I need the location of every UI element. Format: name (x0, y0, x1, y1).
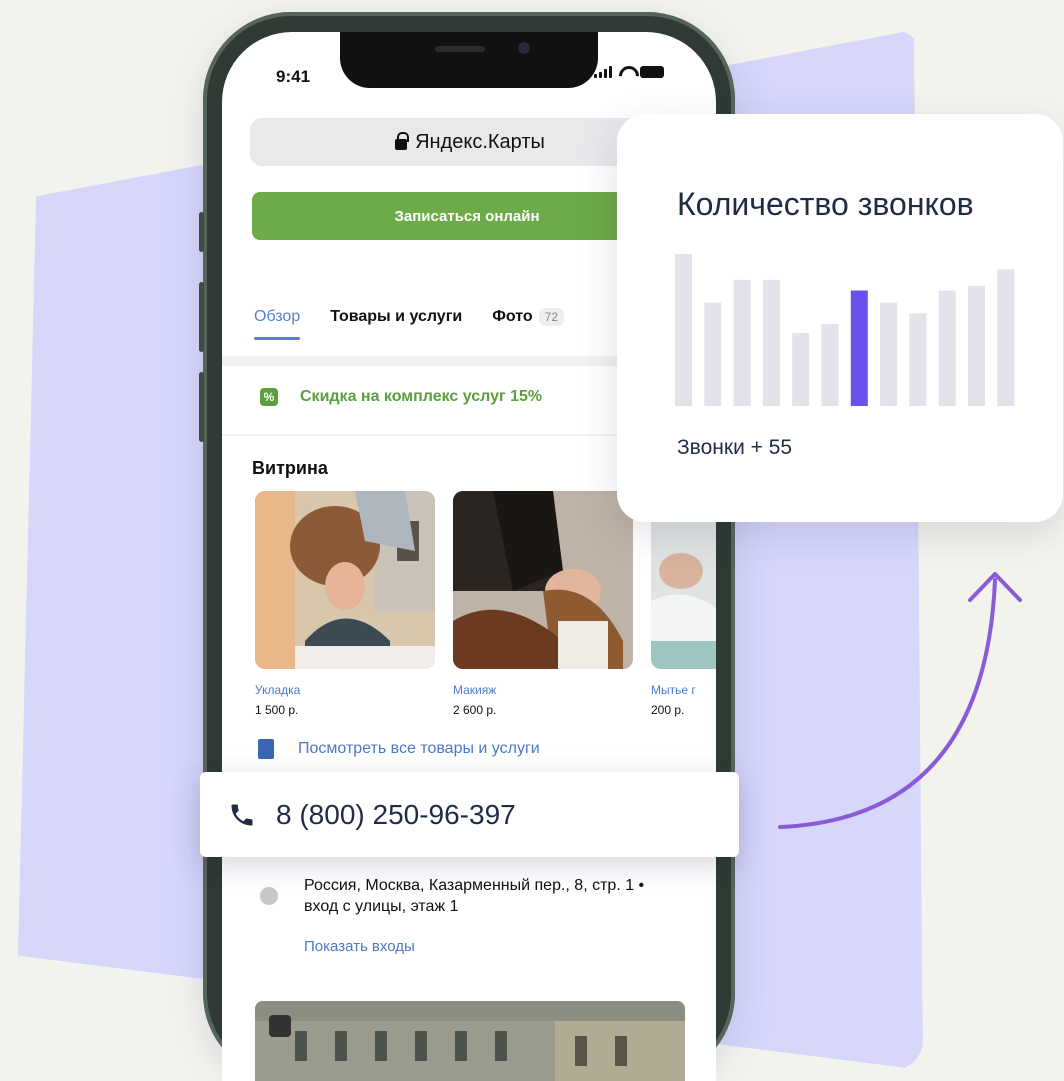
street-view-photo[interactable] (255, 1001, 685, 1081)
product-price: 200 р. (651, 703, 685, 717)
call-stats-card: Количество звонков Звонки + 55 (617, 114, 1063, 522)
url-label: Яндекс.Карты (415, 130, 545, 153)
photo-count-badge: 72 (538, 308, 564, 326)
panorama-icon (269, 1015, 291, 1037)
chart-bar (675, 254, 692, 406)
chart-bar (792, 333, 810, 406)
catalog-icon (258, 739, 274, 759)
status-icons (594, 66, 664, 78)
chart-bar (704, 302, 722, 406)
promo-text: Скидка на комплекс услуг 15% (300, 388, 543, 405)
stats-caption: Звонки + 55 (677, 436, 793, 459)
signal-icon (594, 66, 612, 78)
chart-bar (909, 313, 927, 406)
calls-bar-chart (675, 254, 1015, 406)
tab-photo-label: Фото (492, 308, 533, 325)
product-image-hairstyle (255, 491, 435, 669)
product-name: Мытье г (651, 683, 696, 697)
status-time: 9:41 (276, 67, 311, 86)
address-text: Россия, Москва, Казарменный пер., 8, стр… (304, 875, 644, 917)
vitrina-title: Витрина (252, 458, 328, 478)
product-price: 1 500 р. (255, 703, 299, 717)
address-line-2: вход с улицы, этаж 1 (304, 898, 459, 915)
lock-icon (395, 131, 410, 150)
product-price: 2 600 р. (453, 703, 497, 717)
show-entries-link[interactable]: Показать входы (304, 938, 415, 955)
phone-volume-up-button (199, 282, 204, 352)
product-card[interactable]: Мытье г 200 р. (651, 491, 716, 717)
phone-number-card[interactable]: 8 (800) 250-96-397 (200, 772, 739, 857)
phone-side-button (199, 212, 204, 252)
phone-number: 8 (800) 250-96-397 (276, 798, 516, 830)
notch-speaker (435, 46, 485, 52)
chart-bar (880, 302, 898, 406)
stats-title: Количество звонков (677, 186, 974, 222)
chart-bar-highlighted (850, 290, 868, 406)
chart-bar (997, 269, 1015, 406)
percent-icon: % (260, 388, 278, 406)
product-name: Укладка (255, 683, 301, 697)
tab-goods-services[interactable]: Товары и услуги (330, 308, 462, 326)
location-pin-icon (260, 887, 278, 905)
chart-bar (762, 279, 780, 406)
promo-row[interactable]: % Скидка на комплекс услуг 15% (260, 388, 542, 406)
address-line-1: Россия, Москва, Казарменный пер., 8, стр… (304, 877, 645, 894)
phone-notch (340, 32, 598, 88)
phone-volume-down-button (199, 372, 204, 442)
product-image-makeup (453, 491, 633, 669)
notch-camera (518, 42, 530, 54)
product-card[interactable]: Укладка 1 500 р. (255, 491, 435, 717)
battery-icon (640, 66, 664, 78)
see-all-label: Посмотреть все товары и услуги (298, 740, 540, 757)
see-all-goods-link[interactable]: Посмотреть все товары и услуги (258, 739, 540, 759)
product-name: Макияж (453, 683, 497, 697)
wifi-icon (618, 66, 634, 78)
phone-icon (231, 804, 253, 825)
tab-overview[interactable]: Обзор (254, 308, 301, 340)
curved-arrow-icon (778, 572, 1022, 829)
chart-bar (821, 323, 839, 406)
chart-bar (733, 279, 751, 406)
tab-bar: Обзор Товары и услуги Фото 72 (254, 308, 564, 340)
chart-bar (938, 290, 956, 406)
tab-photo[interactable]: Фото 72 (492, 308, 564, 326)
product-card[interactable]: Макияж 2 600 р. (453, 491, 633, 717)
chart-bar (968, 285, 985, 406)
